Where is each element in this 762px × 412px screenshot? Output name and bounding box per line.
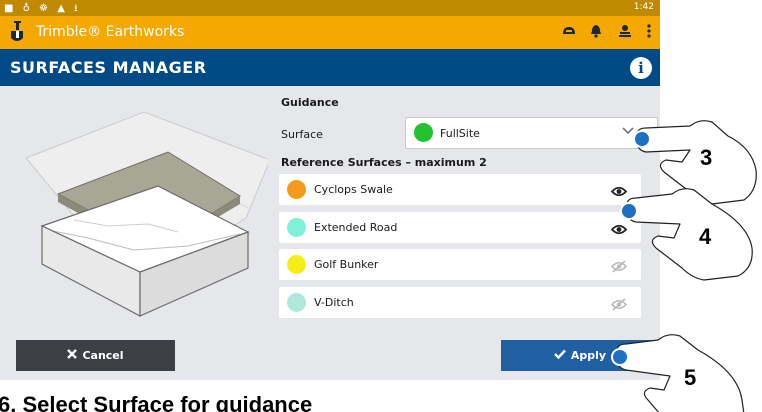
tap-hand-icon <box>616 334 745 412</box>
step-marker-4: 4 <box>699 224 712 249</box>
step-marker-3: 3 <box>700 145 713 170</box>
instruction-caption: 6. Select Surface for guidance <box>0 392 313 412</box>
tap-target-icon <box>611 348 629 366</box>
tap-target-icon <box>633 130 651 148</box>
tap-target-markers <box>611 130 651 366</box>
tap-hand-icon <box>626 188 753 281</box>
tap-gesture-overlay <box>611 120 757 412</box>
tap-target-icon <box>620 202 638 220</box>
step-marker-5: 5 <box>684 365 697 390</box>
